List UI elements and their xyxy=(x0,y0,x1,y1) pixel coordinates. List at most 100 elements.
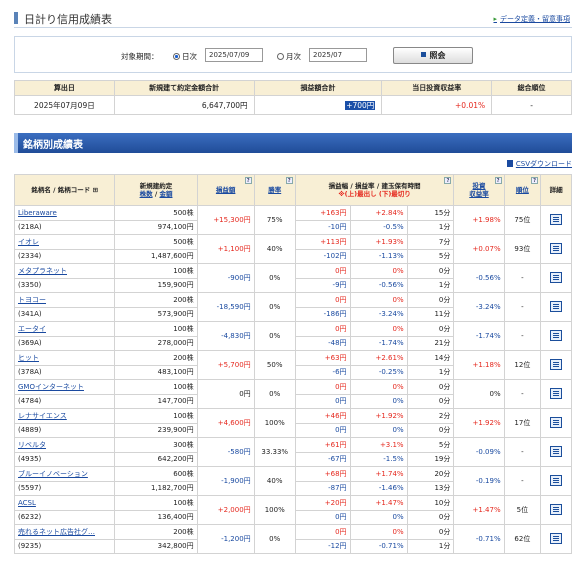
detail-icon[interactable] xyxy=(550,300,563,312)
max-gain-rate: 0% xyxy=(349,292,408,308)
col-pl[interactable]: 損益額? xyxy=(196,174,255,206)
max-gain-rate: +1.92% xyxy=(349,408,408,424)
query-button[interactable]: 照会 xyxy=(393,47,473,64)
detail-icon[interactable] xyxy=(550,358,563,370)
total-amount: 6,647,700円 xyxy=(113,95,255,115)
table-row: トヨコー 200株 -18,590円 0% 0円 0% 0分 -3.24% - xyxy=(13,292,572,322)
detail-icon[interactable] xyxy=(550,445,563,457)
header-accent-bar xyxy=(14,12,18,24)
stock-name[interactable]: 売れるネット広告社グ… xyxy=(13,524,116,540)
stock-name[interactable]: Liberaware xyxy=(13,205,116,221)
stock-name[interactable]: ブルーイノベーション xyxy=(13,466,116,482)
download-icon xyxy=(506,160,513,167)
stock-code: (4935) xyxy=(13,451,116,467)
stock-name[interactable]: メタプラネット xyxy=(13,263,116,279)
stock-name[interactable]: トヨコー xyxy=(13,292,116,308)
detail-icon[interactable] xyxy=(550,503,563,515)
sort-pl-link[interactable]: 損益額 xyxy=(216,186,236,194)
max-loss-rate: 0% xyxy=(349,393,408,409)
max-gain-width: +61円 xyxy=(294,437,351,453)
stock-name-link[interactable]: GMOインターネット xyxy=(18,383,84,391)
daily-radio-label: 日次 xyxy=(182,52,197,61)
max-gain-width: +113円 xyxy=(294,234,351,250)
stock-name-link[interactable]: エータイ xyxy=(18,325,46,333)
roi: +1.92% xyxy=(453,408,505,438)
col-rank[interactable]: 順位? xyxy=(503,174,542,206)
roi: -1.74% xyxy=(453,321,505,351)
max-gain-rate: 0% xyxy=(349,524,408,540)
max-loss-rate: -0.71% xyxy=(349,538,408,554)
table-row: リベルタ 300株 -580円 33.33% +61円 +3.1% 5分 -0.09% - xyxy=(13,437,572,467)
sort-shares-link[interactable]: 株数 xyxy=(140,190,153,198)
detail-icon[interactable] xyxy=(550,416,563,428)
max-loss-time: 11分 xyxy=(406,306,455,322)
pl-amount: 0円 xyxy=(196,379,255,409)
sort-rank-link[interactable]: 順位 xyxy=(516,186,529,194)
col-range-label: 損益幅 / 損益率 / 建玉保有時間 xyxy=(328,182,421,190)
stock-name[interactable]: エータイ xyxy=(13,321,116,337)
sort-roi-link[interactable]: 投資 xyxy=(473,182,486,190)
help-icon[interactable]: ? xyxy=(444,177,452,184)
detail-icon[interactable] xyxy=(550,271,563,283)
max-loss-width: -102円 xyxy=(294,248,351,264)
max-loss-time: 13分 xyxy=(406,480,455,496)
max-gain-rate: 0% xyxy=(349,263,408,279)
detail-icon[interactable] xyxy=(550,242,563,254)
rank: - xyxy=(503,437,542,467)
stock-code: (218A) xyxy=(13,219,116,235)
table-row: 売れるネット広告社グ… 200株 -1,200円 0% 0円 0% 0分 -0.71% 62位 xyxy=(13,524,572,554)
stock-name-link[interactable]: リベルタ xyxy=(18,441,46,449)
stock-name-link[interactable]: ACSL xyxy=(18,499,36,507)
rank: 93位 xyxy=(503,234,542,264)
stock-name[interactable]: イオレ xyxy=(13,234,116,250)
pl-amount: -580円 xyxy=(196,437,255,467)
stock-name[interactable]: レナサイエンス xyxy=(13,408,116,424)
stock-name[interactable]: ACSL xyxy=(13,495,116,511)
max-gain-time: 0分 xyxy=(406,263,455,279)
stock-name-link[interactable]: Liberaware xyxy=(18,209,57,217)
stock-name-link[interactable]: ヒット xyxy=(18,354,39,362)
win-rate: 0% xyxy=(253,321,296,351)
stock-name-link[interactable]: イオレ xyxy=(18,238,39,246)
daily-date-input[interactable] xyxy=(205,48,263,62)
sort-win-link[interactable]: 勝率 xyxy=(268,186,281,194)
stock-name-link[interactable]: 売れるネット広告社グ… xyxy=(18,528,95,536)
help-icon[interactable]: ? xyxy=(531,177,539,184)
stock-name[interactable]: ヒット xyxy=(13,350,116,366)
stock-code: (4784) xyxy=(13,393,116,409)
roi: -0.09% xyxy=(453,437,505,467)
stock-code: (4889) xyxy=(13,422,116,438)
radio-selected-icon xyxy=(173,53,180,60)
col-roi[interactable]: 投資 収益率? xyxy=(453,174,505,206)
col-name[interactable]: 銘柄名 / 銘柄コード ⊞ xyxy=(13,174,116,206)
data-definition-link[interactable]: ▸ データ定義・留意事項 xyxy=(493,14,570,24)
stock-name-link[interactable]: レナサイエンス xyxy=(18,412,67,420)
detail-icon[interactable] xyxy=(550,532,563,544)
stock-name[interactable]: リベルタ xyxy=(13,437,116,453)
col-win[interactable]: 勝率? xyxy=(253,174,296,206)
rank: - xyxy=(503,379,542,409)
sort-amount-link[interactable]: 金額 xyxy=(159,190,172,198)
max-loss-rate: -1.46% xyxy=(349,480,408,496)
help-icon[interactable]: ? xyxy=(244,177,252,184)
detail-cell xyxy=(540,466,572,496)
help-icon[interactable]: ? xyxy=(285,177,293,184)
roi: 0% xyxy=(453,379,505,409)
stock-name-link[interactable]: ブルーイノベーション xyxy=(18,470,88,478)
monthly-date-input[interactable] xyxy=(309,48,367,62)
csv-download-link[interactable]: CSVダウンロード xyxy=(506,159,572,169)
summary-header: 総合順位 xyxy=(491,80,572,96)
sort-roi-link-2[interactable]: 収益率 xyxy=(469,190,489,198)
detail-icon[interactable] xyxy=(550,213,563,225)
stock-name-link[interactable]: メタプラネット xyxy=(18,267,67,275)
amount: 1,487,600円 xyxy=(114,248,198,264)
max-gain-time: 14分 xyxy=(406,350,455,366)
stock-name[interactable]: GMOインターネット xyxy=(13,379,116,395)
stock-name-link[interactable]: トヨコー xyxy=(18,296,46,304)
daily-radio[interactable]: 日次 xyxy=(173,51,197,62)
detail-icon[interactable] xyxy=(550,474,563,486)
detail-icon[interactable] xyxy=(550,329,563,341)
help-icon[interactable]: ? xyxy=(494,177,502,184)
monthly-radio[interactable]: 月次 xyxy=(277,51,301,62)
detail-icon[interactable] xyxy=(550,387,563,399)
